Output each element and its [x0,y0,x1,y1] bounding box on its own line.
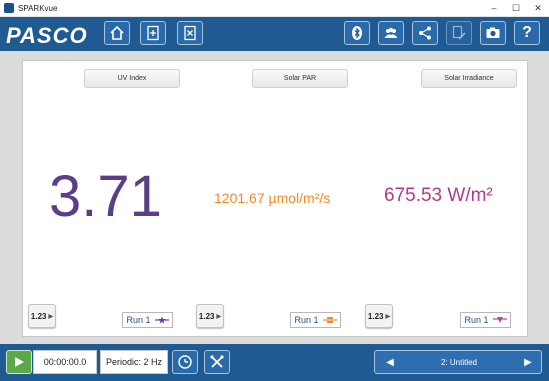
solar-irradiance-value: 675.53 W/m² [384,185,493,206]
meter-title-solar-irradiance[interactable]: Solar Irradiance [421,69,517,88]
new-file-icon [147,25,159,41]
page-label[interactable]: 2: Untitled [405,351,513,373]
number-format-label: 1.23 [30,311,47,321]
edit-button[interactable] [446,21,472,45]
solar-par-value: 1201.67 µmol/m²/s [214,190,331,206]
minimize-button[interactable]: – [483,0,505,17]
run-marker-triangle-icon [492,317,507,323]
tools-button[interactable] [204,350,230,374]
number-format-button-par[interactable]: 1.23 ▶ [196,304,224,328]
meter-title-uv-index[interactable]: UV Index [84,69,180,88]
run-badge-par[interactable]: Run 1 [290,312,341,328]
bluetooth-icon [352,26,362,40]
window-title: SPARKvue [18,3,58,13]
run-badge-uv[interactable]: Run 1 [122,312,173,328]
play-arrow-icon: ▶ [216,313,222,320]
bluetooth-button[interactable] [344,21,370,45]
new-file-button[interactable] [140,21,166,45]
help-icon: ? [522,24,532,41]
elapsed-timer: 00:00:00.0 [33,350,97,374]
share-icon [419,26,431,40]
home-button[interactable] [104,21,130,45]
sampling-options-button[interactable] [172,350,198,374]
start-button[interactable] [6,350,32,374]
main-toolbar: PASCO ? [0,17,549,51]
run-label: Run 1 [294,315,319,325]
close-window-button[interactable]: ✕ [527,0,549,17]
app-icon [4,3,14,13]
tools-icon [210,355,224,368]
uv-index-value: 3.71 [49,164,162,229]
run-label: Run 1 [464,315,489,325]
close-file-button[interactable] [177,21,203,45]
camera-icon [486,27,500,38]
next-page-button[interactable]: ▶ [515,351,541,373]
bottom-bar: 00:00:00.0 Periodic: 2 Hz ◀ 2: Untitled … [0,344,549,381]
previous-page-button[interactable]: ◀ [377,351,403,373]
display-canvas: UV Index Solar PAR Solar Irradiance 3.71… [22,60,528,337]
run-marker-bars-icon [322,317,337,323]
meter-title-solar-par[interactable]: Solar PAR [252,69,348,88]
home-icon [110,25,124,40]
number-format-button-uv[interactable]: 1.23 ▶ [28,304,56,328]
users-icon [384,27,398,38]
run-marker-star-icon [154,316,169,324]
play-arrow-icon: ▶ [385,313,391,320]
run-label: Run 1 [126,315,151,325]
edit-icon [452,25,466,40]
sampling-rate-button[interactable]: Periodic: 2 Hz [100,350,168,374]
play-arrow-icon: ▶ [48,313,54,320]
number-format-label: 1.23 [367,311,384,321]
camera-button[interactable] [480,21,506,45]
share-button[interactable] [412,21,438,45]
page-navigator: ◀ 2: Untitled ▶ [374,350,542,374]
close-file-icon [184,25,196,41]
play-icon [15,357,24,367]
number-format-label: 1.23 [198,311,215,321]
title-bar: SPARKvue – ☐ ✕ [0,0,549,17]
clock-icon [178,355,192,369]
run-badge-irradiance[interactable]: Run 1 [460,312,511,328]
number-format-button-irradiance[interactable]: 1.23 ▶ [365,304,393,328]
pasco-logo: PASCO [6,23,88,48]
help-button[interactable]: ? [514,21,540,45]
users-button[interactable] [378,21,404,45]
maximize-button[interactable]: ☐ [505,0,527,17]
